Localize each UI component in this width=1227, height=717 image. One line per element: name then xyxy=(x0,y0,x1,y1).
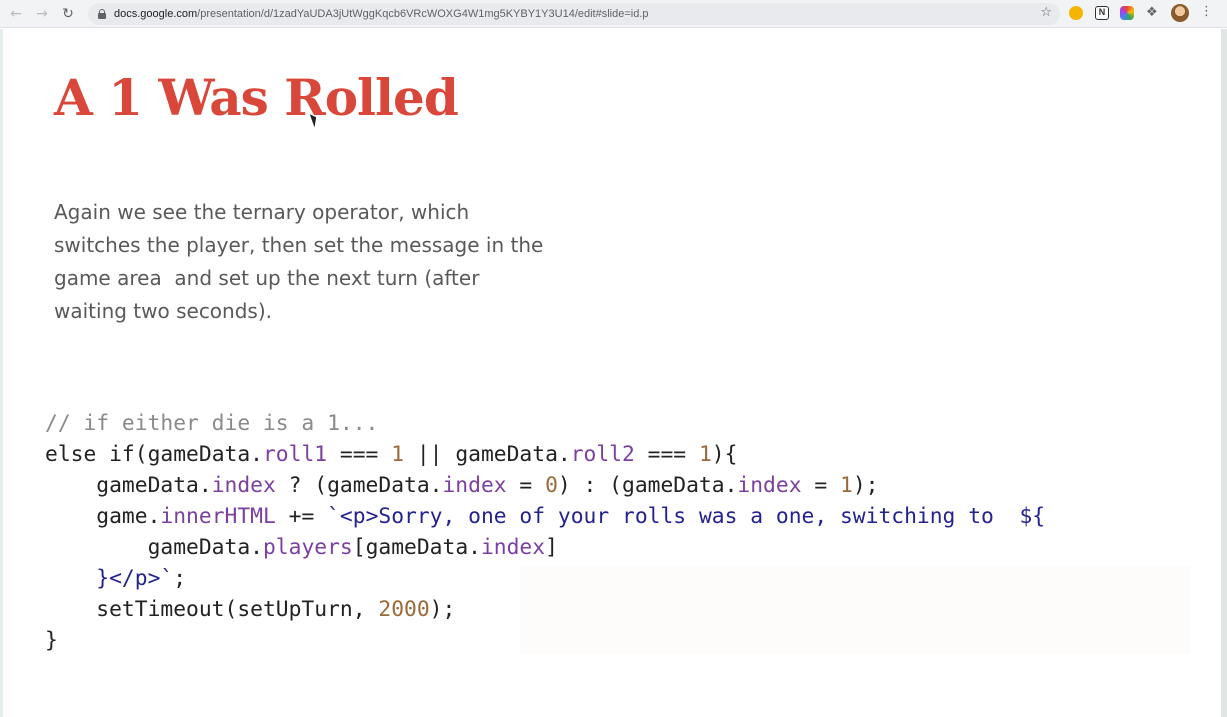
code-token-comment: // if either die is a 1... xyxy=(45,411,379,436)
puzzle-icon[interactable]: ❖ xyxy=(1146,5,1158,20)
code-token-prop: players xyxy=(262,535,353,560)
code-line: gameData.players[gameData.index] xyxy=(45,532,1045,563)
code-token-plain: game. xyxy=(45,504,161,529)
vertical-dots-icon[interactable]: ⋮ xyxy=(1200,4,1213,19)
code-line: game.innerHTML += `<p>Sorry, one of your… xyxy=(45,501,1045,532)
code-line: }</p>`; xyxy=(45,563,1045,594)
notion-glyph: N xyxy=(1098,7,1106,17)
code-token-plain: || gameData. xyxy=(404,442,571,467)
code-token-plain: ); xyxy=(852,473,879,498)
body-line: Again we see the ternary operator, which xyxy=(54,200,470,224)
code-token-plain: += xyxy=(275,504,328,529)
code-token-kw: else if xyxy=(45,442,135,467)
body-line: waiting two seconds). xyxy=(54,299,272,323)
color-extension-icon[interactable] xyxy=(1120,6,1134,20)
code-token-prop: index xyxy=(480,535,546,560)
code-line: // if either die is a 1... xyxy=(45,408,1045,439)
code-line: else if(gameData.roll1 === 1 || gameData… xyxy=(45,439,1045,470)
reload-icon[interactable]: ↻ xyxy=(58,4,78,24)
address-bar[interactable]: docs.google.com/presentation/d/1zadYaUDA… xyxy=(88,3,1060,25)
code-token-prop: index xyxy=(211,473,276,498)
code-token-prop: roll2 xyxy=(570,442,635,467)
code-token-num: 1 xyxy=(698,442,712,467)
code-token-prop: roll1 xyxy=(262,442,328,467)
code-token-plain: ? (gameData. xyxy=(275,473,443,498)
code-token-plain: [gameData. xyxy=(352,535,481,560)
body-line: switches the player, then set the messag… xyxy=(54,233,544,257)
code-token-plain: gameData. xyxy=(45,473,212,498)
code-token-num: 2000 xyxy=(378,597,430,622)
scrollbar[interactable] xyxy=(1221,29,1227,717)
url-host: docs.google.com xyxy=(114,8,198,20)
code-token-str: }</p>` xyxy=(45,566,174,591)
slide-title[interactable]: A 1 Was Rolled xyxy=(54,68,459,128)
code-token-prop: innerHTML xyxy=(160,504,276,529)
code-token-str: `<p>Sorry, one of your rolls was a one, … xyxy=(327,504,1046,529)
code-token-plain: (gameData. xyxy=(134,442,263,467)
star-icon[interactable]: ☆ xyxy=(1040,5,1052,20)
code-token-prop: index xyxy=(737,473,802,498)
code-token-plain: ){ xyxy=(711,442,738,467)
slide-border-left xyxy=(0,29,3,717)
code-token-plain: gameData. xyxy=(45,535,263,560)
code-token-plain: ) : (gameData. xyxy=(557,473,738,498)
code-token-plain: ; xyxy=(173,566,187,591)
code-token-plain: = xyxy=(506,473,546,498)
url-text[interactable]: docs.google.com/presentation/d/1zadYaUDA… xyxy=(114,7,649,21)
code-token-plain: } xyxy=(45,628,58,653)
code-token-num: 1 xyxy=(391,442,405,467)
code-token-plain: ] xyxy=(545,535,558,560)
lock-icon[interactable] xyxy=(98,9,106,19)
code-line: gameData.index ? (gameData.index = 0) : … xyxy=(45,470,1045,501)
arrow-left-icon[interactable]: ← xyxy=(6,4,26,24)
code-token-plain: setTimeout(setUpTurn, xyxy=(45,597,379,622)
browser-toolbar: ← → ↻ docs.google.com/presentation/d/1za… xyxy=(0,0,1227,28)
code-token-num: 0 xyxy=(545,473,558,498)
arrow-right-icon[interactable]: → xyxy=(32,4,52,24)
code-line: setTimeout(setUpTurn, 2000); xyxy=(45,594,1045,625)
notion-extension-icon[interactable]: N xyxy=(1095,6,1109,20)
code-token-prop: index xyxy=(442,473,507,498)
code-token-plain: = xyxy=(801,473,840,498)
code-token-num: 1 xyxy=(839,473,853,498)
code-token-plain: === xyxy=(327,442,392,467)
code-token-plain: ); xyxy=(429,597,456,622)
slide-body-text[interactable]: Again we see the ternary operator, which… xyxy=(54,196,574,328)
code-block[interactable]: // if either die is a 1... else if(gameDa… xyxy=(45,408,1045,656)
yellow-circle-extension-icon[interactable] xyxy=(1069,6,1083,20)
code-line: } xyxy=(45,625,1045,656)
url-path: /presentation/d/1zadYaUDA3jUtWggKqcb6VRc… xyxy=(197,8,649,20)
code-token-plain: === xyxy=(634,442,699,467)
body-line: game area and set up the next turn (afte… xyxy=(54,266,480,290)
avatar[interactable] xyxy=(1171,4,1189,22)
